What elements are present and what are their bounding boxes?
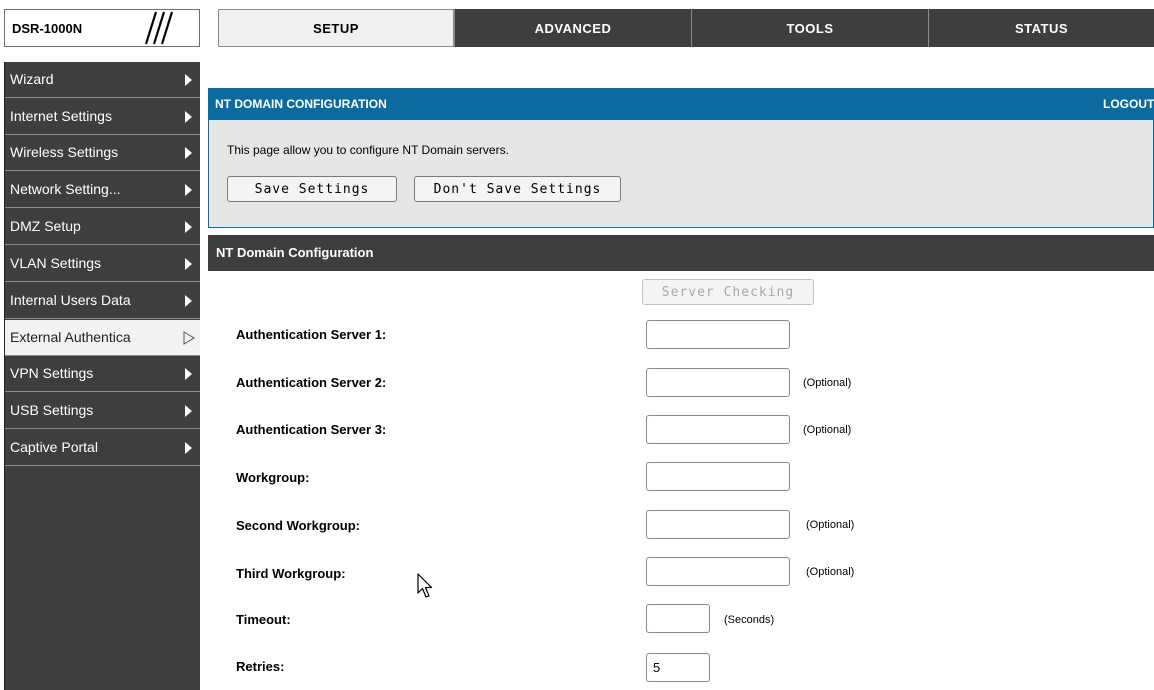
workgroup-label: Workgroup: bbox=[236, 470, 310, 485]
timeout-input[interactable] bbox=[646, 604, 710, 633]
second-workgroup-label: Second Workgroup: bbox=[236, 518, 360, 533]
auth-server-1-input[interactable] bbox=[646, 320, 790, 349]
sidebar: Wizard Internet Settings Wireless Settin… bbox=[4, 62, 201, 690]
server-checking-button[interactable]: Server Checking bbox=[642, 279, 814, 305]
arrow-right-icon bbox=[185, 184, 192, 196]
sidebar-item-label: Internal Users Data bbox=[10, 292, 131, 308]
sidebar-item-dmz-setup[interactable]: DMZ Setup bbox=[5, 209, 201, 245]
tab-label: TOOLS bbox=[786, 20, 834, 36]
sidebar-item-label: External Authentica bbox=[10, 329, 131, 345]
slash-logo-icon bbox=[144, 11, 174, 45]
tab-setup[interactable]: SETUP bbox=[218, 9, 454, 47]
tab-status[interactable]: STATUS bbox=[928, 9, 1154, 47]
sidebar-item-label: Captive Portal bbox=[10, 439, 98, 455]
sidebar-item-external-authentication[interactable]: External Authentica bbox=[5, 320, 201, 356]
sidebar-item-internal-users-data[interactable]: Internal Users Data bbox=[5, 283, 201, 319]
logout-link[interactable]: LOGOUT bbox=[1103, 97, 1154, 111]
retries-input[interactable] bbox=[646, 653, 710, 682]
tab-tools[interactable]: TOOLS bbox=[691, 9, 928, 47]
sidebar-item-wireless-settings[interactable]: Wireless Settings bbox=[5, 135, 201, 171]
auth-server-2-input[interactable] bbox=[646, 368, 790, 397]
arrow-right-icon bbox=[185, 442, 192, 454]
tab-label: SETUP bbox=[313, 20, 359, 36]
page-title: NT DOMAIN CONFIGURATION bbox=[215, 97, 387, 111]
arrow-right-icon bbox=[185, 368, 192, 380]
auth-server-3-hint: (Optional) bbox=[803, 424, 852, 436]
auth-server-3-label: Authentication Server 3: bbox=[236, 422, 387, 437]
sidebar-item-vpn-settings[interactable]: VPN Settings bbox=[5, 356, 201, 392]
intro-text: This page allow you to configure NT Doma… bbox=[227, 143, 509, 157]
sidebar-item-internet-settings[interactable]: Internet Settings bbox=[5, 99, 201, 135]
third-workgroup-hint: (Optional) bbox=[806, 566, 855, 578]
sidebar-item-captive-portal[interactable]: Captive Portal bbox=[5, 430, 201, 466]
sidebar-item-label: DMZ Setup bbox=[10, 218, 81, 234]
sidebar-item-label: VLAN Settings bbox=[10, 255, 102, 271]
arrow-right-icon bbox=[185, 111, 192, 123]
arrow-right-icon bbox=[185, 74, 192, 86]
mouse-cursor-icon bbox=[417, 573, 433, 598]
dont-save-settings-button[interactable]: Don't Save Settings bbox=[414, 176, 621, 202]
auth-server-3-input[interactable] bbox=[646, 415, 790, 444]
second-workgroup-input[interactable] bbox=[646, 510, 790, 539]
sidebar-item-usb-settings[interactable]: USB Settings bbox=[5, 393, 201, 429]
arrow-right-icon bbox=[185, 258, 192, 270]
arrow-right-outline-icon bbox=[183, 331, 195, 345]
second-workgroup-hint: (Optional) bbox=[806, 519, 855, 531]
sidebar-divider bbox=[200, 62, 208, 690]
auth-server-1-label: Authentication Server 1: bbox=[236, 327, 387, 342]
sidebar-item-label: USB Settings bbox=[10, 402, 94, 418]
sidebar-item-label: Wizard bbox=[10, 71, 54, 87]
sidebar-item-label: Wireless Settings bbox=[10, 144, 119, 160]
sidebar-item-label: VPN Settings bbox=[10, 365, 94, 381]
workgroup-input[interactable] bbox=[646, 462, 790, 491]
save-settings-button[interactable]: Save Settings bbox=[227, 176, 397, 202]
arrow-right-icon bbox=[185, 295, 192, 307]
sidebar-item-vlan-settings[interactable]: VLAN Settings bbox=[5, 246, 201, 282]
third-workgroup-label: Third Workgroup: bbox=[236, 566, 346, 581]
arrow-right-icon bbox=[185, 147, 192, 159]
arrow-right-icon bbox=[185, 221, 192, 233]
third-workgroup-input[interactable] bbox=[646, 557, 790, 586]
sidebar-item-wizard[interactable]: Wizard bbox=[5, 62, 201, 98]
auth-server-2-label: Authentication Server 2: bbox=[236, 375, 387, 390]
tab-advanced[interactable]: ADVANCED bbox=[454, 9, 691, 47]
tab-label: ADVANCED bbox=[534, 20, 612, 36]
timeout-hint: (Seconds) bbox=[724, 614, 775, 626]
tab-label: STATUS bbox=[1014, 20, 1069, 36]
intro-panel bbox=[208, 120, 1154, 228]
retries-label: Retries: bbox=[236, 659, 285, 674]
sidebar-item-label: Network Setting... bbox=[10, 181, 121, 197]
timeout-label: Timeout: bbox=[236, 612, 291, 627]
sidebar-item-label: Internet Settings bbox=[10, 108, 112, 124]
model-name: DSR-1000N bbox=[12, 21, 83, 36]
sidebar-item-network-settings[interactable]: Network Setting... bbox=[5, 172, 201, 208]
auth-server-2-hint: (Optional) bbox=[803, 377, 852, 389]
arrow-right-icon bbox=[185, 405, 192, 417]
section-title: NT Domain Configuration bbox=[216, 245, 374, 260]
